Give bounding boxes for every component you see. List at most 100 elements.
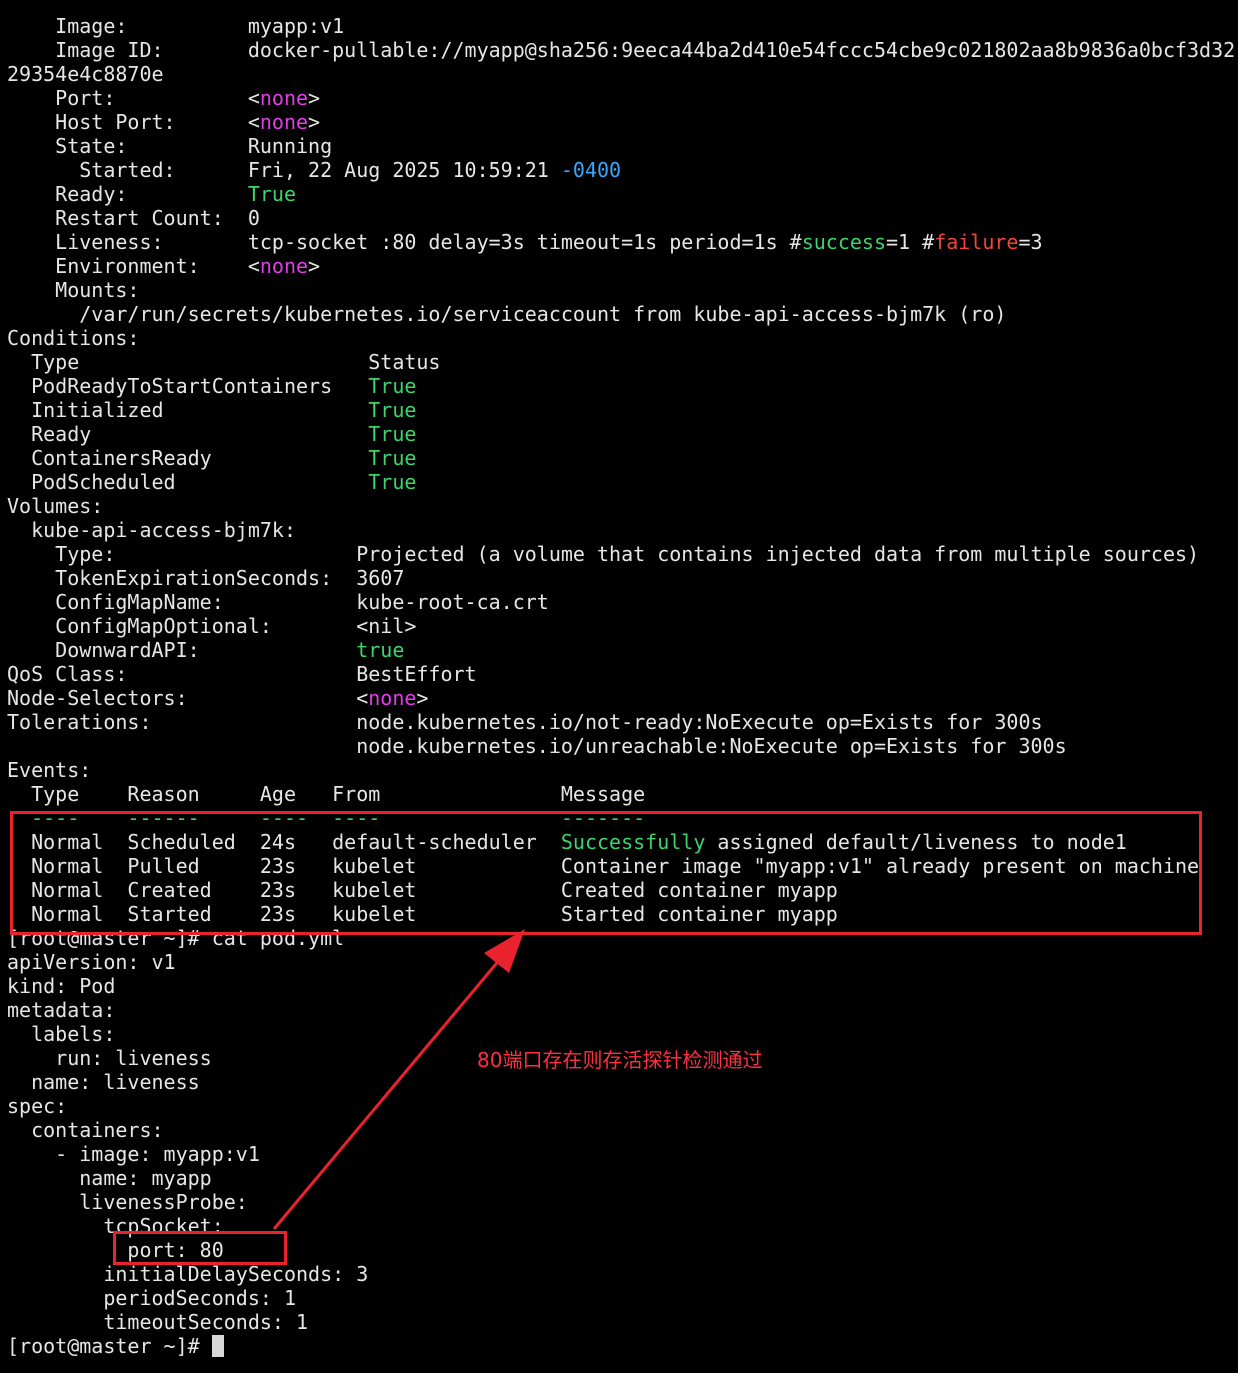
terminal-text: True bbox=[247, 182, 296, 206]
terminal-text: True bbox=[368, 374, 417, 398]
terminal-text: initialDelaySeconds: 3 bbox=[7, 1262, 369, 1286]
terminal-text: Ready: bbox=[7, 182, 248, 206]
terminal-text: Ready bbox=[7, 422, 369, 446]
terminal-text: apiVersion: v1 bbox=[7, 950, 176, 974]
terminal-text: True bbox=[368, 470, 417, 494]
terminal-text: spec: bbox=[7, 1094, 68, 1118]
terminal-text: Type Reason Age From Message bbox=[7, 782, 646, 806]
terminal-line: livenessProbe: bbox=[7, 1190, 1238, 1214]
terminal-line: [root@master ~]# bbox=[7, 1334, 1238, 1358]
terminal-text: Liveness: tcp-socket :80 delay=3s timeou… bbox=[7, 230, 802, 254]
annotation-text: 80端口存在则存活探针检测通过 bbox=[477, 1048, 763, 1072]
terminal-line: Node-Selectors: <none> bbox=[7, 686, 1238, 710]
terminal-text: Mounts: bbox=[7, 278, 140, 302]
terminal-line: Restart Count: 0 bbox=[7, 206, 1238, 230]
terminal-text: True bbox=[368, 422, 417, 446]
terminal-line: Conditions: bbox=[7, 326, 1238, 350]
terminal-text: > bbox=[308, 110, 321, 134]
terminal-cursor bbox=[211, 1335, 224, 1357]
terminal-line: State: Running bbox=[7, 134, 1238, 158]
terminal-line: Initialized True bbox=[7, 398, 1238, 422]
terminal-text: Conditions: bbox=[7, 326, 140, 350]
terminal-line: timeoutSeconds: 1 bbox=[7, 1310, 1238, 1334]
terminal-text: Type Status bbox=[7, 350, 441, 374]
terminal-text: Node-Selectors: < bbox=[7, 686, 369, 710]
terminal-text: containers: bbox=[7, 1118, 164, 1142]
terminal-text: -0400 bbox=[560, 158, 622, 182]
terminal-text: > bbox=[416, 686, 429, 710]
terminal-text: true bbox=[356, 638, 405, 662]
terminal-text: PodScheduled bbox=[7, 470, 369, 494]
terminal-line: Type: Projected (a volume that contains … bbox=[7, 542, 1238, 566]
terminal-text: Initialized bbox=[7, 398, 369, 422]
terminal-line: Host Port: <none> bbox=[7, 110, 1238, 134]
terminal-text: PodReadyToStartContainers bbox=[7, 374, 369, 398]
terminal-text: Port: < bbox=[7, 86, 260, 110]
terminal-line: - image: myapp:v1 bbox=[7, 1142, 1238, 1166]
terminal-text: none bbox=[368, 686, 417, 710]
terminal-text: Restart Count: 0 bbox=[7, 206, 260, 230]
terminal-text: name: liveness bbox=[7, 1070, 200, 1094]
terminal-line: Image: myapp:v1 bbox=[7, 14, 1238, 38]
terminal-text: > bbox=[308, 254, 321, 278]
terminal-line: Started: Fri, 22 Aug 2025 10:59:21 -0400 bbox=[7, 158, 1238, 182]
terminal-text: Host Port: < bbox=[7, 110, 260, 134]
terminal-text: Tolerations: node.kubernetes.io/not-read… bbox=[7, 710, 1043, 734]
terminal-text: run: liveness bbox=[7, 1046, 212, 1070]
terminal-text: [root@master ~]# bbox=[7, 1334, 212, 1358]
terminal-line: Port: <none> bbox=[7, 86, 1238, 110]
terminal-text: Environment: < bbox=[7, 254, 260, 278]
terminal-text: True bbox=[368, 446, 417, 470]
terminal-text: success bbox=[801, 230, 887, 254]
terminal-line: /var/run/secrets/kubernetes.io/serviceac… bbox=[7, 302, 1238, 326]
terminal-line: PodReadyToStartContainers True bbox=[7, 374, 1238, 398]
terminal-text: State: Running bbox=[7, 134, 333, 158]
terminal-line: Image ID: docker-pullable://myapp@sha256… bbox=[7, 38, 1238, 62]
terminal-line: Liveness: tcp-socket :80 delay=3s timeou… bbox=[7, 230, 1238, 254]
terminal-text: kube-api-access-bjm7k: bbox=[7, 518, 296, 542]
terminal-line: initialDelaySeconds: 3 bbox=[7, 1262, 1238, 1286]
terminal-output[interactable]: Image: myapp:v1 Image ID: docker-pullabl… bbox=[7, 14, 1238, 1358]
terminal-line: Ready: True bbox=[7, 182, 1238, 206]
terminal-text: QoS Class: BestEffort bbox=[7, 662, 477, 686]
terminal-line: Tolerations: node.kubernetes.io/not-read… bbox=[7, 710, 1238, 734]
terminal-line: Type Reason Age From Message bbox=[7, 782, 1238, 806]
terminal-text: /var/run/secrets/kubernetes.io/serviceac… bbox=[7, 302, 1007, 326]
terminal-text: periodSeconds: 1 bbox=[7, 1286, 296, 1310]
terminal-line: ConfigMapOptional: <nil> bbox=[7, 614, 1238, 638]
terminal-line: ConfigMapName: kube-root-ca.crt bbox=[7, 590, 1238, 614]
terminal-line: Environment: <none> bbox=[7, 254, 1238, 278]
terminal-line: spec: bbox=[7, 1094, 1238, 1118]
terminal-text: timeoutSeconds: 1 bbox=[7, 1310, 309, 1334]
terminal-line: QoS Class: BestEffort bbox=[7, 662, 1238, 686]
terminal-line: metadata: bbox=[7, 998, 1238, 1022]
terminal-text: metadata: bbox=[7, 998, 116, 1022]
terminal-text: node.kubernetes.io/unreachable:NoExecute… bbox=[7, 734, 1067, 758]
terminal-line: node.kubernetes.io/unreachable:NoExecute… bbox=[7, 734, 1238, 758]
terminal-text: none bbox=[259, 254, 309, 278]
terminal-text: > bbox=[308, 86, 321, 110]
terminal-line: labels: bbox=[7, 1022, 1238, 1046]
terminal-text: Started: Fri, 22 Aug 2025 10:59:21 bbox=[7, 158, 561, 182]
terminal-line: kind: Pod bbox=[7, 974, 1238, 998]
terminal-text: name: myapp bbox=[7, 1166, 212, 1190]
terminal-text: ConfigMapOptional: <nil> bbox=[7, 614, 417, 638]
terminal-line: TokenExpirationSeconds: 3607 bbox=[7, 566, 1238, 590]
terminal-text: TokenExpirationSeconds: 3607 bbox=[7, 566, 405, 590]
terminal-line: Mounts: bbox=[7, 278, 1238, 302]
terminal-line: PodScheduled True bbox=[7, 470, 1238, 494]
terminal-line: ContainersReady True bbox=[7, 446, 1238, 470]
terminal-text: DownwardAPI: bbox=[7, 638, 357, 662]
terminal-text: Volumes: bbox=[7, 494, 104, 518]
terminal-text: labels: bbox=[7, 1022, 116, 1046]
terminal-text: kind: Pod bbox=[7, 974, 116, 998]
terminal-line: Ready True bbox=[7, 422, 1238, 446]
terminal-text: ContainersReady bbox=[7, 446, 369, 470]
terminal-line: apiVersion: v1 bbox=[7, 950, 1238, 974]
terminal-text: Events: bbox=[7, 758, 92, 782]
terminal-text: =3 bbox=[1018, 230, 1043, 254]
terminal-line: Events: bbox=[7, 758, 1238, 782]
terminal-line: containers: bbox=[7, 1118, 1238, 1142]
terminal-text: =1 # bbox=[886, 230, 935, 254]
terminal-text: - image: myapp:v1 bbox=[7, 1142, 260, 1166]
